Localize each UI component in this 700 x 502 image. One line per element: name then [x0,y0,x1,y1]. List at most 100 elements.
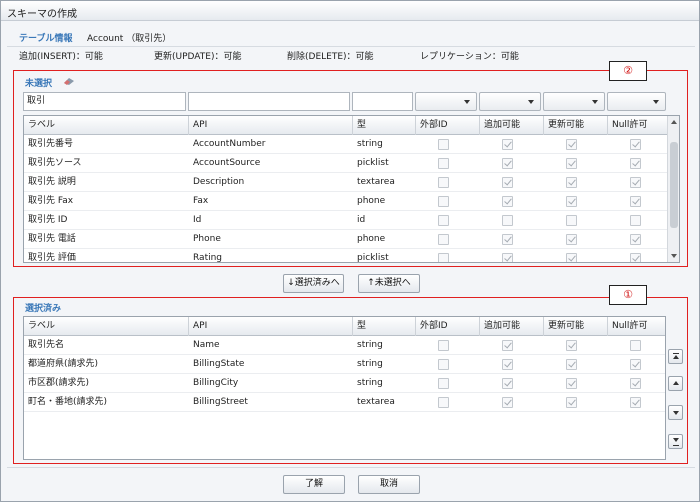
insertable-checkbox[interactable] [502,139,513,150]
nullable-checkbox[interactable] [630,253,641,262]
scroll-up-icon[interactable] [671,120,677,124]
col-label-header[interactable]: ラベル [24,116,189,135]
updatable-checkbox[interactable] [566,215,577,226]
nullable-checkbox[interactable] [630,359,641,370]
ok-button[interactable]: 了解 [283,475,345,494]
table-row[interactable]: 取引先 電話 Phone phone [24,230,667,249]
external-id-checkbox[interactable] [438,158,449,169]
updatable-checkbox[interactable] [566,340,577,351]
cancel-button[interactable]: 取消 [358,475,420,494]
scroll-down-icon[interactable] [671,254,677,258]
filter-external-id-dropdown[interactable] [415,92,477,111]
updatable-checkbox[interactable] [566,177,577,188]
external-id-checkbox[interactable] [438,139,449,150]
nullable-checkbox[interactable] [630,378,641,389]
col-updatable-header[interactable]: 更新可能 [544,317,608,336]
external-id-checkbox[interactable] [438,234,449,245]
col-type-header[interactable]: 型 [353,317,416,336]
insertable-checkbox[interactable] [502,234,513,245]
insertable-checkbox[interactable] [502,177,513,188]
move-bottom-button[interactable] [668,434,683,449]
insertable-checkbox[interactable] [502,158,513,169]
nullable-checkbox[interactable] [630,215,641,226]
filter-type-input[interactable] [352,92,413,111]
unselected-scrollbar[interactable] [667,116,679,262]
insertable-checkbox[interactable] [502,196,513,207]
table-row[interactable]: 取引先ソース AccountSource picklist [24,154,667,173]
table-row[interactable]: 取引先 ID Id id [24,211,667,230]
nullable-checkbox[interactable] [630,234,641,245]
insertable-checkbox[interactable] [502,253,513,262]
permission-delete: 削除(DELETE)：可能 [287,52,374,62]
move-top-button[interactable] [668,349,683,364]
updatable-checkbox[interactable] [566,196,577,207]
external-id-checkbox[interactable] [438,397,449,408]
external-id-checkbox[interactable] [438,177,449,188]
insertable-checkbox[interactable] [502,359,513,370]
nullable-checkbox[interactable] [630,158,641,169]
updatable-checkbox[interactable] [566,397,577,408]
label-cell: 取引先 Fax [28,196,74,206]
insertable-checkbox[interactable] [502,378,513,389]
col-insertable-header[interactable]: 追加可能 [480,116,544,135]
external-id-checkbox[interactable] [438,196,449,207]
move-top-bar-icon [673,353,679,354]
move-to-selected-button[interactable]: ↓選択済みへ [283,274,344,293]
updatable-checkbox[interactable] [566,253,577,262]
external-id-checkbox[interactable] [438,359,449,370]
col-api-header[interactable]: API [189,116,353,135]
external-id-checkbox[interactable] [438,340,449,351]
col-label-header[interactable]: ラベル [24,317,189,336]
api-cell: Description [193,177,245,187]
label-cell: 取引先番号 [28,139,74,149]
filter-label-input[interactable]: 取引 [23,92,186,111]
table-row[interactable]: 町名・番地(請求先) BillingStreet textarea [24,393,665,412]
divider [7,46,695,47]
updatable-checkbox[interactable] [566,359,577,370]
updatable-checkbox[interactable] [566,158,577,169]
move-to-unselected-button[interactable]: ↑未選択へ [358,274,420,293]
col-external-id-header[interactable]: 外部ID [416,317,480,336]
insertable-checkbox[interactable] [502,340,513,351]
external-id-checkbox[interactable] [438,215,449,226]
api-cell: BillingState [193,359,245,369]
col-external-id-header[interactable]: 外部ID [416,116,480,135]
nullable-checkbox[interactable] [630,340,641,351]
table-row[interactable]: 市区郡(請求先) BillingCity string [24,374,665,393]
insertable-checkbox[interactable] [502,215,513,226]
scroll-thumb[interactable] [670,142,678,228]
col-updatable-header[interactable]: 更新可能 [544,116,608,135]
col-nullable-header[interactable]: Null許可 [608,116,667,135]
table-row[interactable]: 取引先 評価 Rating picklist [24,249,667,262]
filter-nullable-dropdown[interactable] [607,92,666,111]
table-row[interactable]: 取引先番号 AccountNumber string [24,135,667,154]
col-type-header[interactable]: 型 [353,116,416,135]
type-cell: id [357,215,366,225]
type-cell: string [357,340,383,350]
external-id-checkbox[interactable] [438,378,449,389]
label-cell: 取引先ソース [28,158,82,168]
table-row[interactable]: 取引先 Fax Fax phone [24,192,667,211]
filter-updatable-dropdown[interactable] [543,92,605,111]
table-row[interactable]: 取引先名 Name string [24,336,665,355]
filter-api-input[interactable] [188,92,350,111]
filter-insertable-dropdown[interactable] [479,92,541,111]
clear-filter-icon[interactable] [63,77,75,85]
updatable-checkbox[interactable] [566,378,577,389]
updatable-checkbox[interactable] [566,139,577,150]
table-row[interactable]: 取引先 説明 Description textarea [24,173,667,192]
updatable-checkbox[interactable] [566,234,577,245]
move-down-button[interactable] [668,405,683,420]
nullable-checkbox[interactable] [630,196,641,207]
move-up-button[interactable] [668,376,683,391]
nullable-checkbox[interactable] [630,397,641,408]
col-insertable-header[interactable]: 追加可能 [480,317,544,336]
type-cell: textarea [357,177,395,187]
table-row[interactable]: 都道府県(請求先) BillingState string [24,355,665,374]
insertable-checkbox[interactable] [502,397,513,408]
col-nullable-header[interactable]: Null許可 [608,317,665,336]
nullable-checkbox[interactable] [630,177,641,188]
nullable-checkbox[interactable] [630,139,641,150]
col-api-header[interactable]: API [189,317,353,336]
external-id-checkbox[interactable] [438,253,449,262]
